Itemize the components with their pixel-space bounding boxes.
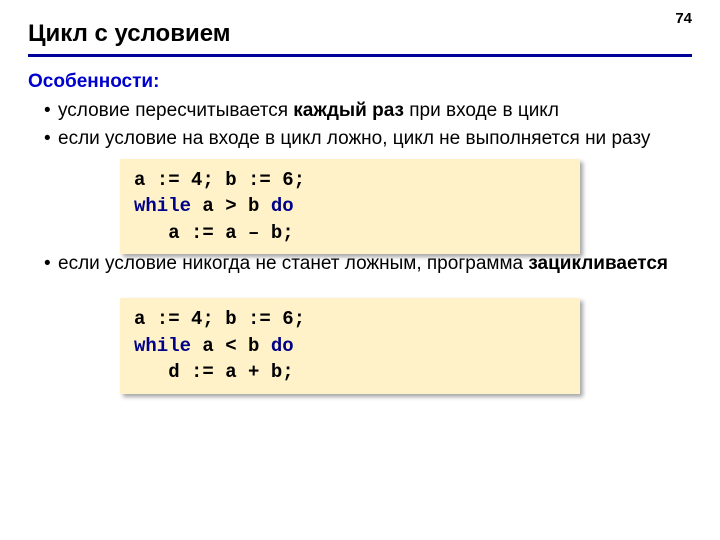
text-bold: каждый раз bbox=[293, 100, 404, 121]
bullet-list: если условие никогда не станет ложным, п… bbox=[28, 252, 692, 276]
text: условие пересчитывается bbox=[58, 100, 293, 121]
keyword: while bbox=[134, 335, 191, 357]
list-item: если условие никогда не станет ложным, п… bbox=[44, 252, 692, 276]
code-block-2: a := 4; b := 6; while a < b do d := a + … bbox=[120, 298, 580, 394]
code-line: a := 4; b := 6; bbox=[134, 308, 305, 330]
code-line: d := a + b; bbox=[134, 361, 294, 383]
code-text: a > b bbox=[191, 195, 271, 217]
bullet-list: условие пересчитывается каждый раз при в… bbox=[28, 99, 692, 151]
keyword: do bbox=[271, 335, 294, 357]
text: при входе в цикл bbox=[404, 100, 559, 121]
section-heading: Особенности: bbox=[28, 71, 692, 93]
keyword: do bbox=[271, 195, 294, 217]
text-bold: зацикливается bbox=[528, 253, 668, 274]
page-number: 74 bbox=[675, 10, 692, 27]
text: если условие никогда не станет ложным, п… bbox=[58, 253, 528, 274]
list-item: условие пересчитывается каждый раз при в… bbox=[44, 99, 692, 123]
list-item: если условие на входе в цикл ложно, цикл… bbox=[44, 127, 692, 151]
keyword: while bbox=[134, 195, 191, 217]
code-block-1: a := 4; b := 6; while a > b do a := a – … bbox=[120, 159, 580, 255]
code-text: a < b bbox=[191, 335, 271, 357]
code-line: a := a – b; bbox=[134, 222, 294, 244]
page-title: Цикл с условием bbox=[28, 20, 692, 57]
code-line: a := 4; b := 6; bbox=[134, 169, 305, 191]
